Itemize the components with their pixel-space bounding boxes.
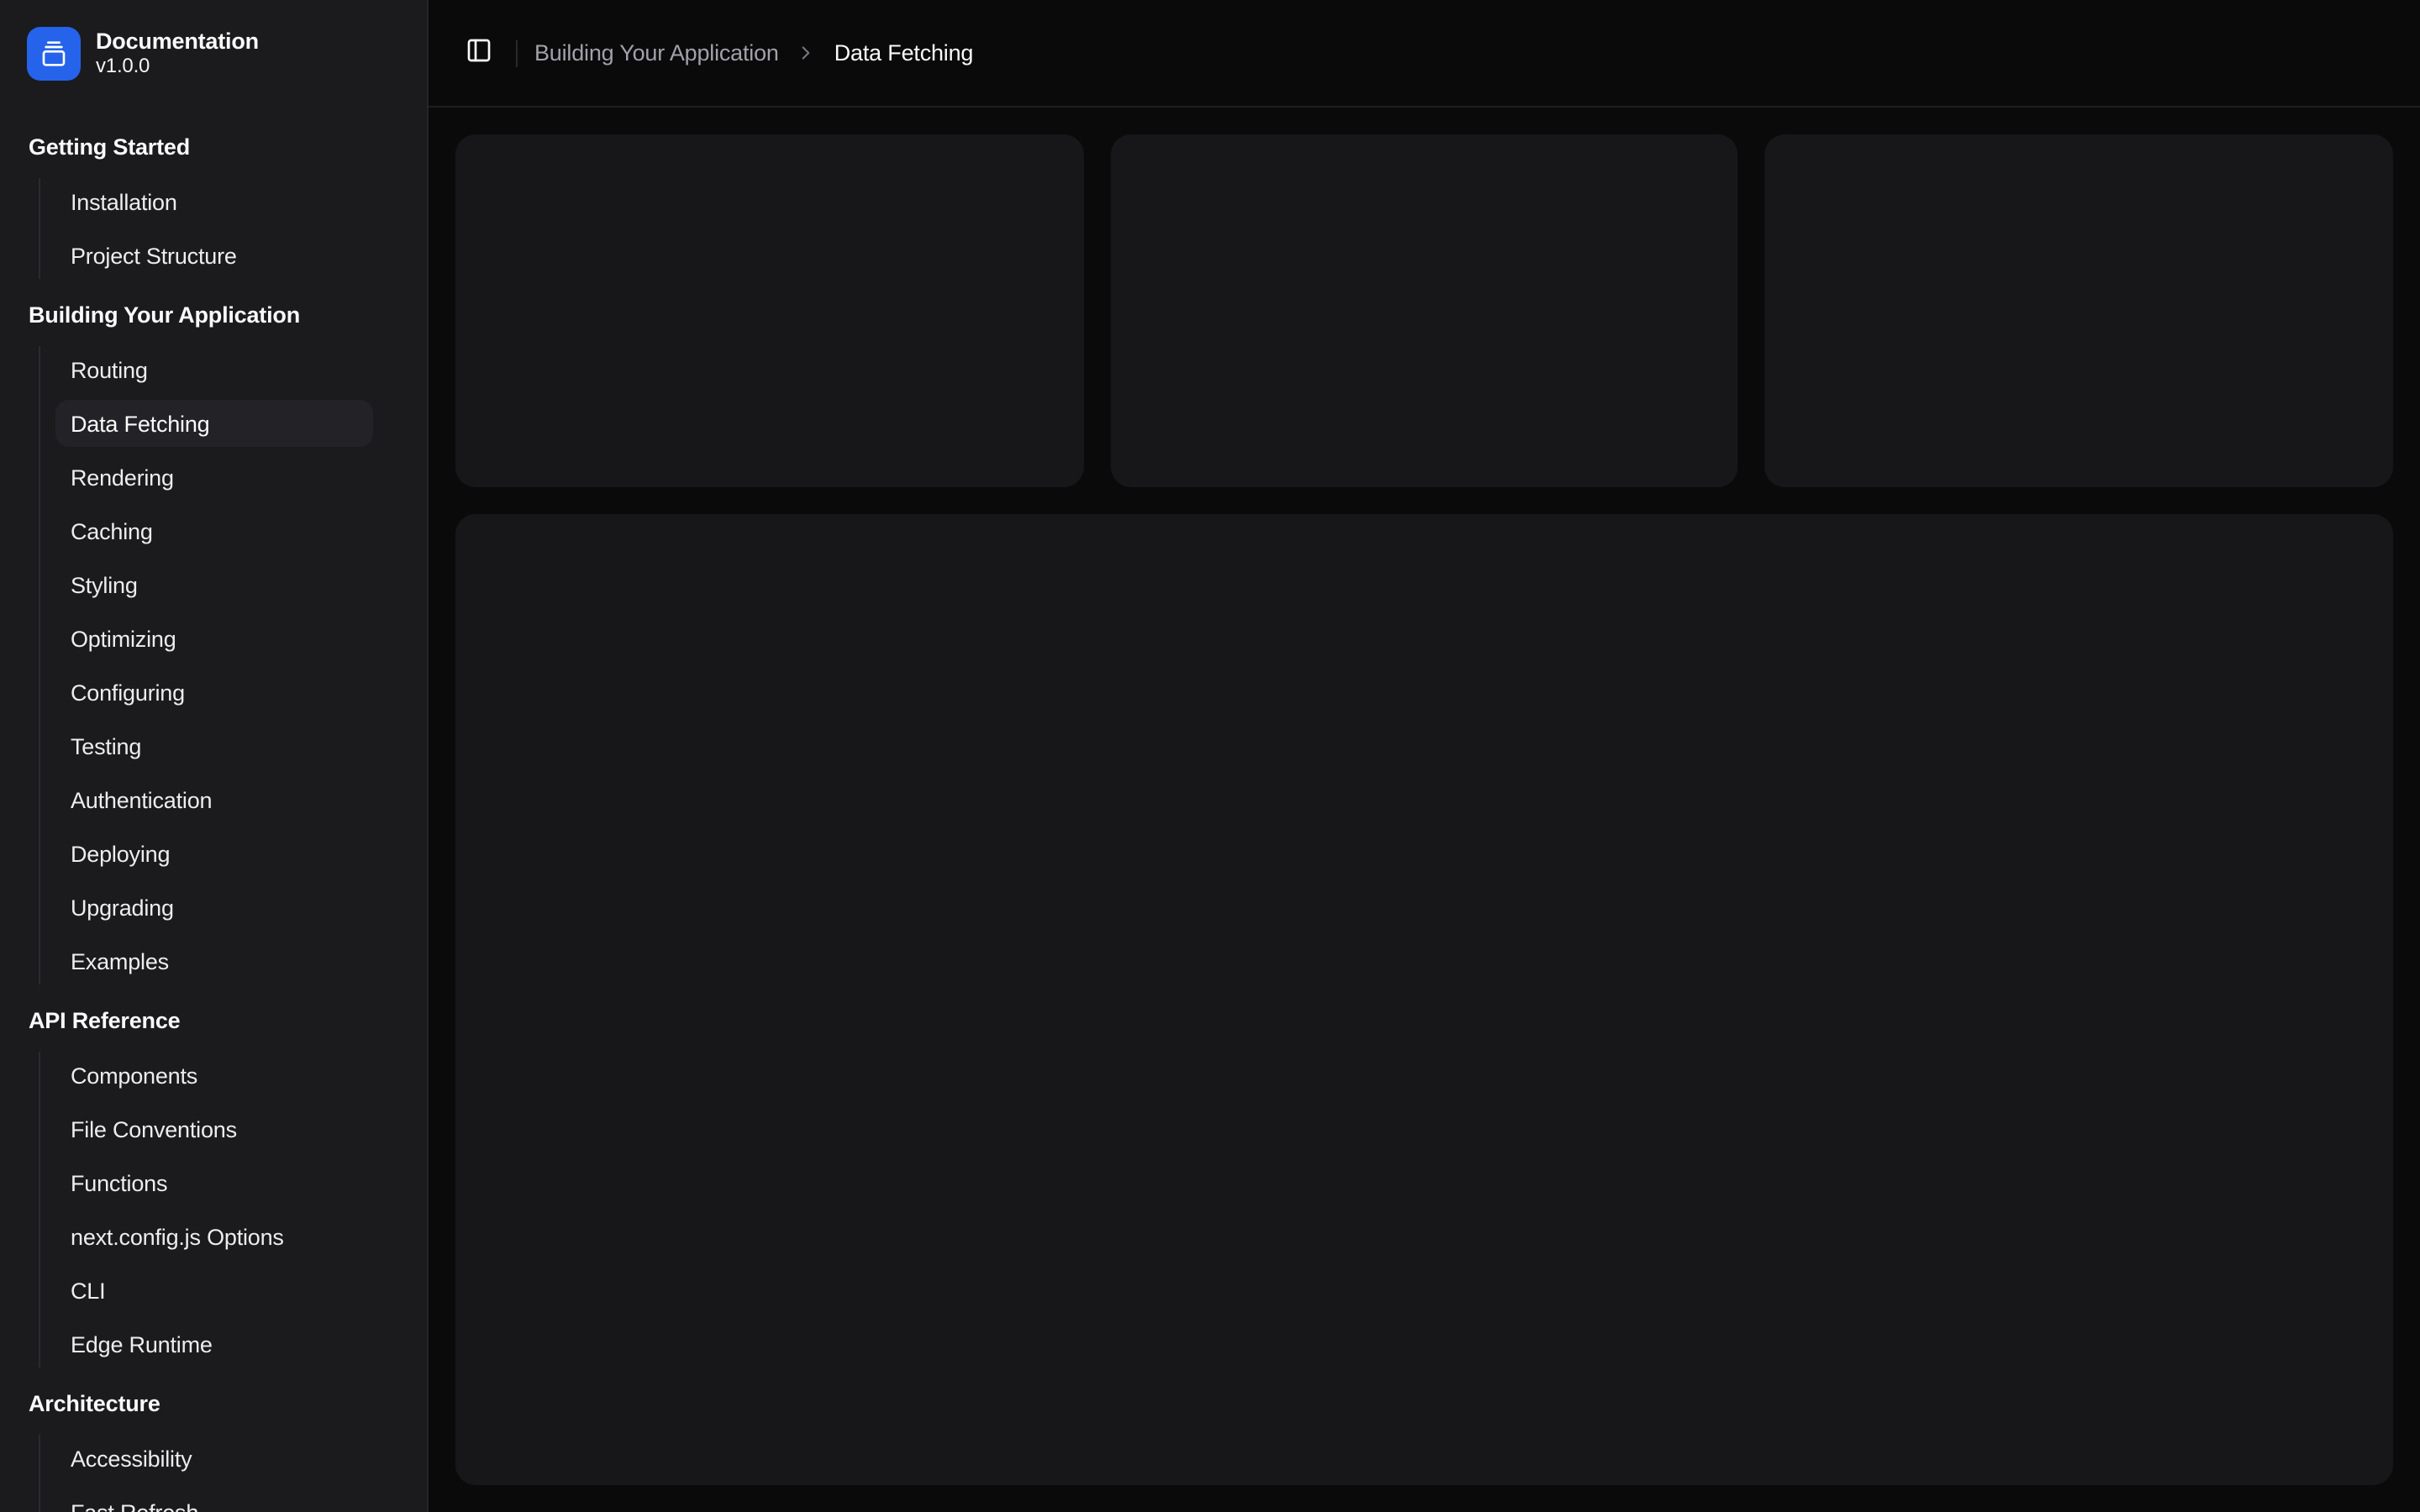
group-list-getting-started: Installation Project Structure <box>39 178 400 279</box>
top-header: Building Your Application Data Fetching <box>429 0 2420 108</box>
content-panel <box>455 514 2393 1485</box>
sidebar-item-accessibility[interactable]: Accessibility <box>55 1435 373 1482</box>
sidebar-item-testing[interactable]: Testing <box>55 722 373 769</box>
sidebar-item-rendering[interactable]: Rendering <box>55 454 373 501</box>
group-label-architecture: Architecture <box>27 1391 400 1418</box>
sidebar-item-installation[interactable]: Installation <box>55 178 373 225</box>
app-version: v1.0.0 <box>96 55 259 77</box>
sidebar-item-components[interactable]: Components <box>55 1052 373 1099</box>
group-label-api-reference: API Reference <box>27 1008 400 1035</box>
sidebar-item-functions[interactable]: Functions <box>55 1159 373 1206</box>
sidebar-item-caching[interactable]: Caching <box>55 507 373 554</box>
sidebar-item-styling[interactable]: Styling <box>55 561 373 608</box>
header-separator <box>516 39 518 66</box>
group-label-getting-started: Getting Started <box>27 134 400 161</box>
sidebar-item-edge-runtime[interactable]: Edge Runtime <box>55 1320 373 1368</box>
group-list-architecture: Accessibility Fast Refresh <box>39 1435 400 1512</box>
page-content <box>429 108 2420 1512</box>
placeholder-card-row <box>455 134 2393 487</box>
sidebar: Documentation v1.0.0 Getting Started Ins… <box>0 0 429 1512</box>
sidebar-item-project-structure[interactable]: Project Structure <box>55 232 373 279</box>
sidebar-item-deploying[interactable]: Deploying <box>55 830 373 877</box>
main-area: Building Your Application Data Fetching <box>429 0 2420 1512</box>
placeholder-card-2 <box>1110 134 1738 487</box>
breadcrumb: Building Your Application Data Fetching <box>534 40 973 66</box>
group-list-api-reference: Components File Conventions Functions ne… <box>39 1052 400 1368</box>
placeholder-card-3 <box>1765 134 2393 487</box>
breadcrumb-parent-link[interactable]: Building Your Application <box>534 40 779 66</box>
sidebar-item-configuring[interactable]: Configuring <box>55 669 373 716</box>
sidebar-nav: Getting Started Installation Project Str… <box>27 134 400 1512</box>
sidebar-toggle-button[interactable] <box>455 29 502 76</box>
group-label-building-your-application: Building Your Application <box>27 302 400 329</box>
chevron-right-icon <box>796 42 818 64</box>
gallery-vertical-end-icon <box>40 40 67 67</box>
sidebar-item-optimizing[interactable]: Optimizing <box>55 615 373 662</box>
app-title: Documentation <box>96 30 259 54</box>
sidebar-item-routing[interactable]: Routing <box>55 346 373 393</box>
app-root: Documentation v1.0.0 Getting Started Ins… <box>0 0 2420 1512</box>
placeholder-card-1 <box>455 134 1083 487</box>
group-list-building-your-application: Routing Data Fetching Rendering Caching … <box>39 346 400 984</box>
sidebar-header[interactable]: Documentation v1.0.0 <box>27 27 400 81</box>
sidebar-item-cli[interactable]: CLI <box>55 1267 373 1314</box>
sidebar-item-fast-refresh[interactable]: Fast Refresh <box>55 1488 373 1512</box>
sidebar-item-file-conventions[interactable]: File Conventions <box>55 1105 373 1152</box>
sidebar-item-next-config-js-options[interactable]: next.config.js Options <box>55 1213 373 1260</box>
panel-left-icon <box>466 37 492 69</box>
sidebar-item-data-fetching[interactable]: Data Fetching <box>55 400 373 447</box>
sidebar-item-authentication[interactable]: Authentication <box>55 776 373 823</box>
app-titles: Documentation v1.0.0 <box>96 30 259 77</box>
breadcrumb-current-page: Data Fetching <box>834 40 974 66</box>
sidebar-item-upgrading[interactable]: Upgrading <box>55 884 373 931</box>
sidebar-item-examples[interactable]: Examples <box>55 937 373 984</box>
app-logo <box>27 27 81 81</box>
